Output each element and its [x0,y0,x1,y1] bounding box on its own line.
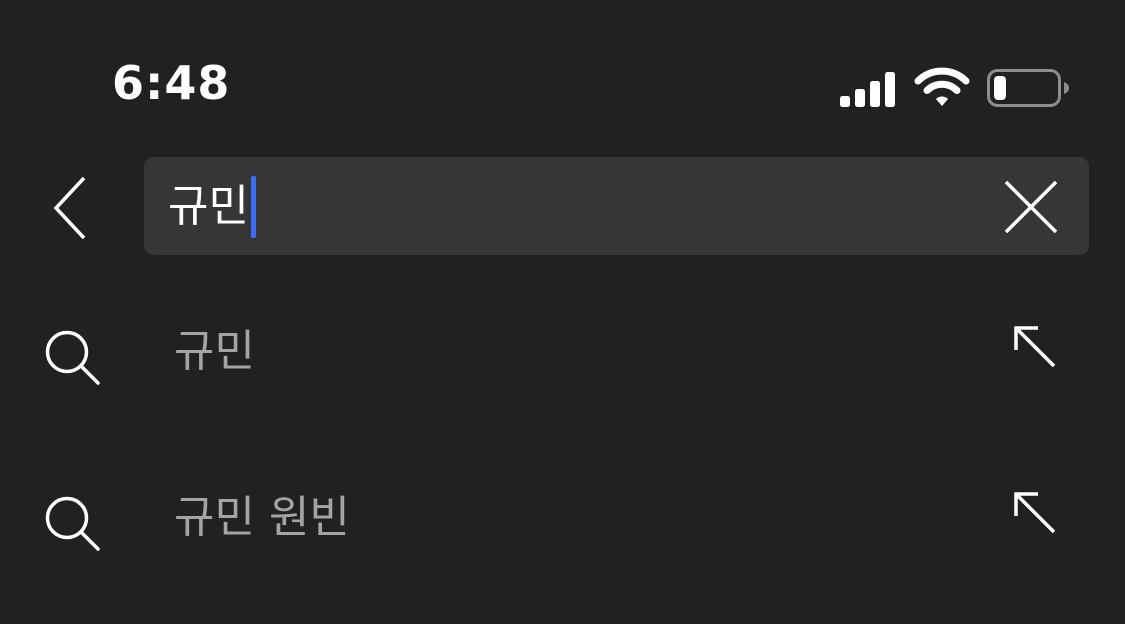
suggestion-item[interactable]: 규민 원빈 [0,462,1125,582]
back-button[interactable] [40,172,100,242]
arrow-up-left-icon[interactable] [1010,322,1058,370]
suggestion-label: 규민 [174,326,255,377]
wifi-icon [914,67,970,106]
search-field[interactable]: 규민 [144,157,1089,255]
text-caret [250,176,256,238]
search-input[interactable]: 규민 [168,185,249,229]
chevron-left-icon [53,176,86,240]
arrow-up-left-icon[interactable] [1010,488,1058,536]
search-icon [45,496,100,551]
search-bar: 규민 [0,156,1125,256]
search-icon [45,330,100,385]
close-icon [1004,180,1058,234]
suggestion-item[interactable]: 규민 [0,296,1125,416]
suggestion-label: 규민 원빈 [174,492,350,543]
clear-search-button[interactable] [1003,179,1059,235]
cellular-signal-icon [840,72,895,107]
battery-low-icon [987,69,1069,107]
status-bar: 6:48 [0,0,1125,140]
status-time: 6:48 [112,56,231,110]
